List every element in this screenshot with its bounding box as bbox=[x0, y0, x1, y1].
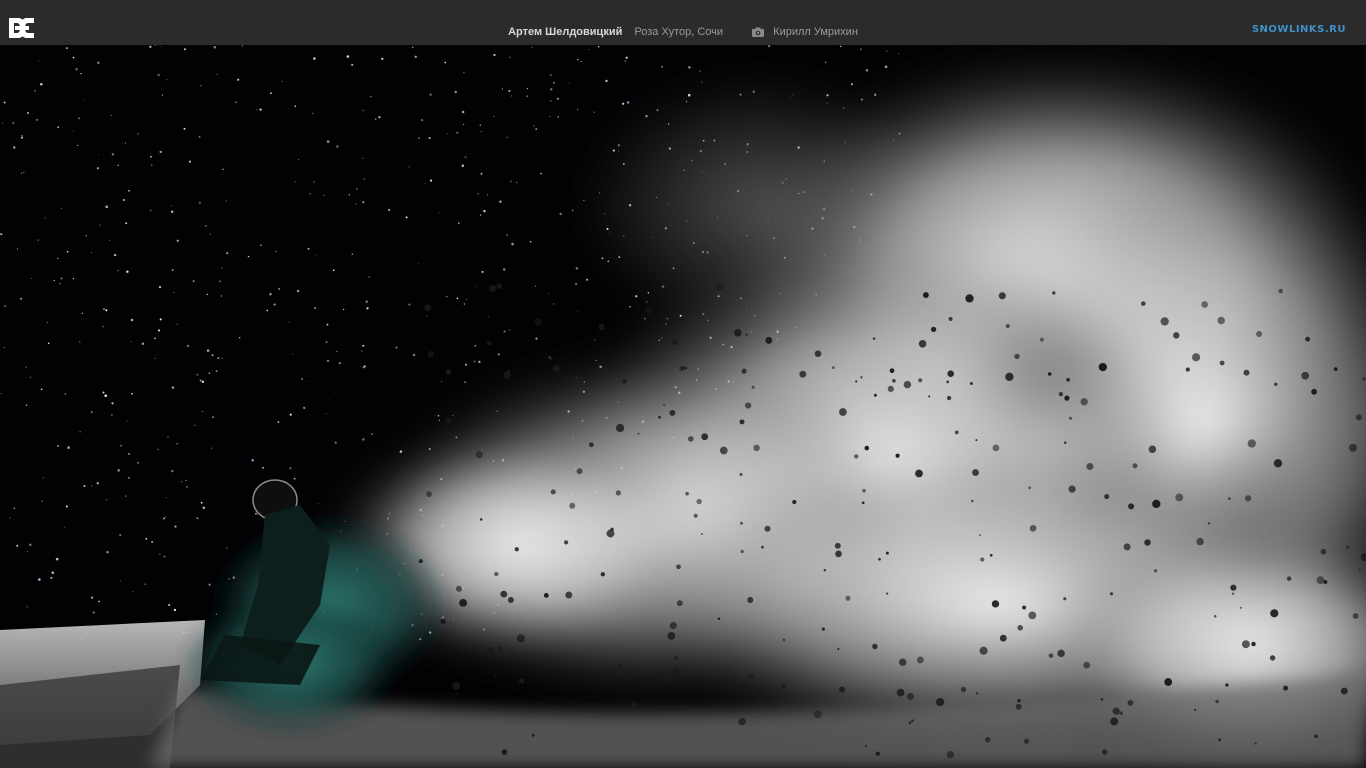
rider-name[interactable]: Артем Шелдовицкий bbox=[508, 25, 622, 39]
location-label: Роза Хутор, Сочи bbox=[634, 26, 724, 39]
photographer-name[interactable]: Кирилл Умрихин bbox=[773, 25, 858, 39]
snowboard-powder-spray-image bbox=[0, 45, 1366, 768]
photo-credits: Артем Шелдовицкий Роза Хутор, Сочи Кирил… bbox=[0, 25, 1366, 39]
background-photo bbox=[0, 45, 1366, 768]
site-brand-logo[interactable]: snowlinks.ru bbox=[1252, 24, 1346, 38]
top-bar: Артем Шелдовицкий Роза Хутор, Сочи Кирил… bbox=[0, 0, 1366, 45]
camera-icon bbox=[752, 27, 765, 38]
